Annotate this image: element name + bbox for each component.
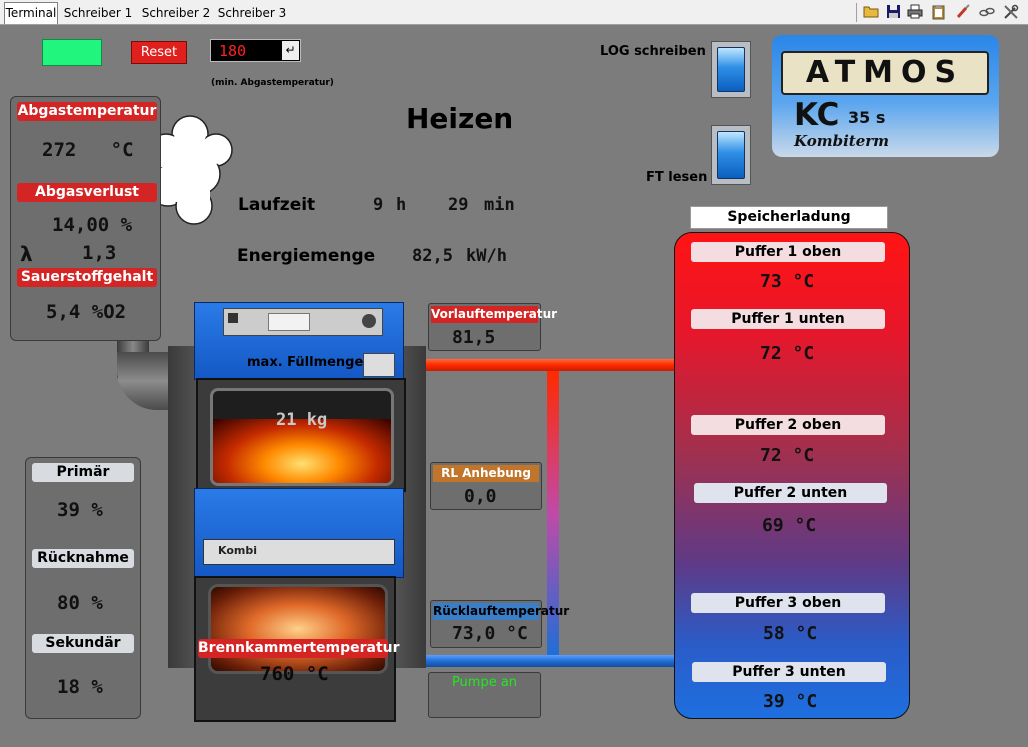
abgas-min-value: 180 <box>219 42 247 60</box>
control-panel <box>223 308 383 336</box>
puffer1-oben-label: Puffer 1 oben <box>691 242 885 262</box>
puffer3-oben-value: 58 °C <box>763 623 818 644</box>
sauerstoff-label: Sauerstoffgehalt <box>17 268 157 287</box>
abgastemperatur-label: Abgastemperatur <box>17 102 157 121</box>
fill-label: max. Füllmenge <box>247 355 364 370</box>
tab-schreiber-1[interactable]: Schreiber 1 <box>62 3 134 23</box>
status-indicator <box>42 39 102 66</box>
ruecklauf-value: 73,0 °C <box>452 623 528 644</box>
control-screen <box>268 313 310 331</box>
open-folder-icon[interactable] <box>862 4 880 21</box>
storage-title: Speicherladung <box>690 206 888 229</box>
log-label: LOG schreiben <box>600 44 706 59</box>
puffer2-oben-value: 72 °C <box>760 445 815 466</box>
puffer2-unten-value: 69 °C <box>762 515 817 536</box>
energy-label: Energiemenge <box>237 246 376 266</box>
ruecknahme-label: Rücknahme <box>32 549 134 568</box>
brand-subtitle: Kombiterm <box>794 132 890 150</box>
brand-model: KC <box>794 97 840 133</box>
fill-gauge-icon <box>363 353 395 377</box>
vorlauf-label: Vorlauftemperatur <box>431 306 558 323</box>
abgasverlust-label: Abgasverlust <box>17 183 157 202</box>
vorlauf-value: 81,5 <box>452 327 496 348</box>
ruecklauf-label: Rücklauftemperatur <box>433 603 570 620</box>
print-icon[interactable] <box>906 4 924 21</box>
brush-icon[interactable] <box>954 4 972 21</box>
control-knob-icon <box>362 314 376 328</box>
tab-schreiber-2[interactable]: Schreiber 2 <box>138 3 214 23</box>
burner-chamber <box>208 584 388 674</box>
chamber-temp-label: Brennkammertemperatur <box>198 639 400 658</box>
brand-name: ATMOS <box>781 51 989 95</box>
return-pipe <box>426 655 676 667</box>
tab-schreiber-3[interactable]: Schreiber 3 <box>216 3 288 23</box>
abgastemperatur-value: 272 °C <box>42 139 134 161</box>
tab-bar: Terminal Schreiber 1 Schreiber 2 Schreib… <box>0 0 1028 25</box>
primaer-value: 39 % <box>57 499 103 521</box>
sauerstoff-value: 5,4 %O2 <box>46 301 127 323</box>
rl-label: RL Anhebung <box>433 465 539 482</box>
abgasverlust-value: 14,00 % <box>52 214 133 236</box>
puffer1-unten-value: 72 °C <box>760 343 815 364</box>
clipboard-icon[interactable] <box>929 4 947 21</box>
brand-model-suffix: 35 s <box>848 108 886 127</box>
toolbar-divider <box>856 3 857 22</box>
reset-button[interactable]: Reset <box>131 41 187 64</box>
enter-icon[interactable]: ↵ <box>282 41 299 60</box>
puffer3-unten-label: Puffer 3 unten <box>692 662 886 682</box>
abgas-min-caption: (min. Abgastemperatur) <box>211 78 334 88</box>
fuel-chamber <box>210 388 394 486</box>
puffer2-oben-label: Puffer 2 oben <box>691 415 885 435</box>
storage-tank <box>674 232 910 719</box>
puffer3-unten-value: 39 °C <box>763 691 818 712</box>
state-title: Heizen <box>406 102 514 135</box>
save-icon[interactable] <box>884 4 902 21</box>
abgas-min-input[interactable]: 180 ↵ <box>210 39 301 62</box>
control-display-icon <box>228 313 238 323</box>
puffer2-unten-label: Puffer 2 unten <box>694 483 887 503</box>
energy-value: 82,5 <box>412 246 453 266</box>
runtime-hours: 9 <box>373 195 384 215</box>
puffer3-oben-label: Puffer 3 oben <box>691 593 885 613</box>
puffer1-unten-label: Puffer 1 unten <box>691 309 885 329</box>
primaer-label: Primär <box>32 463 134 482</box>
boiler-top-panel: max. Füllmenge <box>194 302 404 380</box>
runtime-label: Laufzeit <box>238 195 316 215</box>
supply-pipe <box>426 359 676 371</box>
ft-toggle[interactable] <box>711 125 751 185</box>
runtime-minutes: 29 <box>448 195 469 215</box>
fill-value: 21 kg <box>276 410 328 430</box>
tools-icon[interactable] <box>1002 4 1020 21</box>
pump-status: Pumpe an <box>451 675 518 690</box>
tab-terminal[interactable]: Terminal <box>4 2 58 24</box>
sekundaer-value: 18 % <box>57 676 103 698</box>
brand-plate: Kombi <box>203 539 395 565</box>
runtime-minutes-unit: min <box>484 195 515 215</box>
ruecknahme-value: 80 % <box>57 592 103 614</box>
boiler-mid-panel: Kombi <box>194 488 404 578</box>
puffer1-oben-value: 73 °C <box>760 271 815 292</box>
chamber-temp-value: 760 °C <box>260 663 329 685</box>
brand-logo: ATMOS KC 35 s Kombiterm <box>772 35 999 157</box>
chain-icon[interactable] <box>978 4 996 21</box>
lambda-value: 1,3 <box>82 242 117 264</box>
brand-plate-text: Kombi <box>218 544 257 557</box>
sekundaer-label: Sekundär <box>32 634 134 653</box>
log-toggle[interactable] <box>711 41 751 98</box>
rl-value: 0,0 <box>464 486 497 507</box>
boiler-fuel-door: 21 kg <box>196 378 406 492</box>
lambda-symbol: λ <box>20 242 33 266</box>
runtime-hours-unit: h <box>396 195 407 215</box>
ft-label: FT lesen <box>646 170 708 185</box>
energy-unit: kW/h <box>466 246 507 266</box>
